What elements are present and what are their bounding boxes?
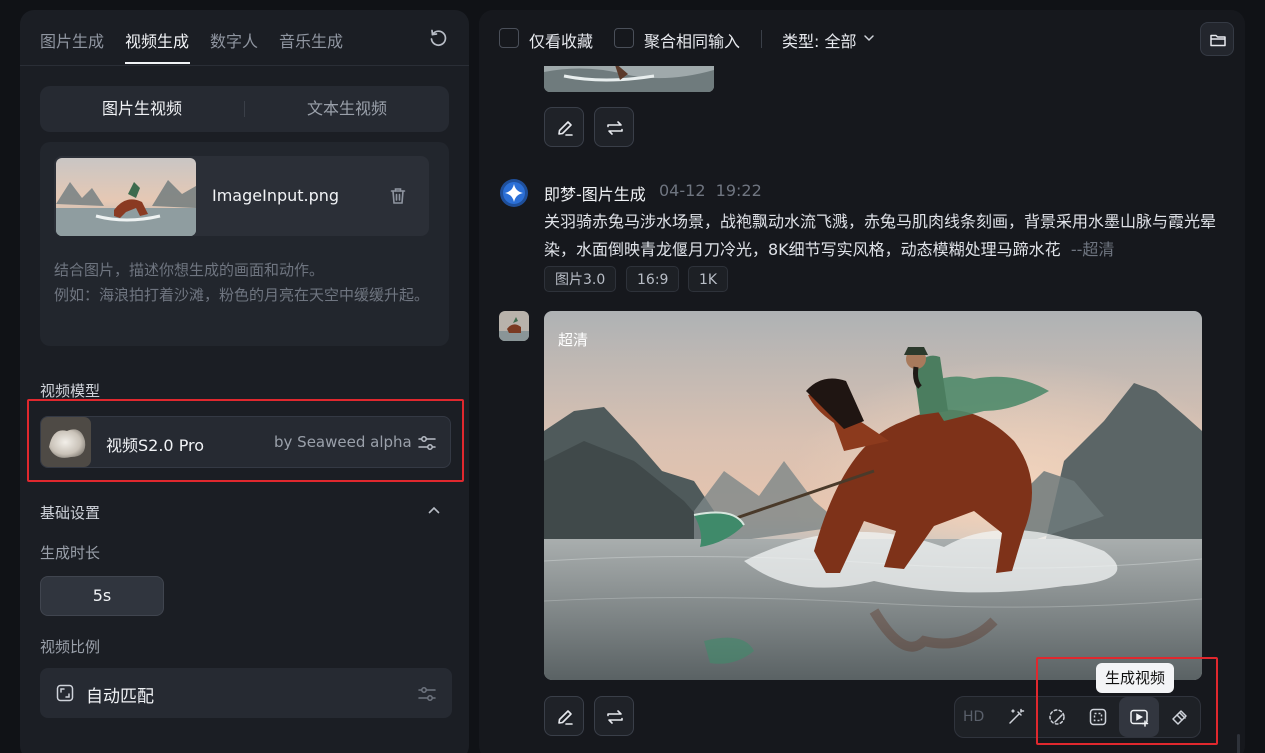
pencil-icon — [558, 121, 573, 136]
model-name: 视频S2.0 Pro — [106, 436, 205, 455]
pencil-icon — [558, 710, 573, 725]
magic-wand-icon — [1009, 708, 1025, 724]
sliders-icon[interactable] — [417, 433, 437, 453]
eraser-icon — [1172, 710, 1187, 725]
message-title: 即梦-图片生成 — [544, 185, 646, 204]
merge-same-input-label[interactable]: 聚合相同输入 — [644, 28, 740, 52]
expand-frame-icon — [1089, 708, 1107, 726]
left-panel: 图片生成 视频生成 数字人 音乐生成 图片生视频 文本生视频 ImageInpu… — [20, 10, 469, 753]
aspect-ratio-selector[interactable]: 自动匹配 — [40, 668, 452, 718]
tab-image-generation[interactable]: 图片生成 — [40, 28, 104, 52]
trash-icon[interactable] — [388, 186, 408, 206]
repeat-icon — [607, 710, 623, 724]
active-tab-indicator — [125, 62, 190, 64]
video-model-label: 视频模型 — [40, 382, 101, 400]
tab-digital-human[interactable]: 数字人 — [210, 28, 258, 52]
top-tabs: 图片生成 视频生成 数字人 音乐生成 — [20, 10, 469, 66]
video-model-selector[interactable]: 视频S2.0 Pro by Seaweed alpha — [40, 416, 451, 468]
aspect-ratio-label: 视频比例 — [40, 638, 101, 656]
type-filter-select[interactable]: 类型: 全部 — [782, 28, 856, 52]
favorites-only-checkbox[interactable] — [499, 28, 519, 48]
message-time: 19:22 — [715, 181, 762, 200]
tab-music-generation[interactable]: 音乐生成 — [279, 28, 343, 52]
model-chip: 图片3.0 — [544, 266, 617, 292]
expand-canvas-button[interactable] — [1078, 697, 1118, 737]
favorites-only-label[interactable]: 仅看收藏 — [529, 28, 593, 52]
generate-video-tooltip: 生成视频 — [1096, 663, 1175, 693]
prompt-hint-line1: 结合图片，描述你想生成的画面和动作。 — [54, 261, 325, 279]
ratio-chip: 16:9 — [626, 266, 680, 292]
resolution-chip: 1K — [688, 266, 729, 292]
reset-icon[interactable] — [428, 28, 448, 48]
edit-button-2[interactable] — [544, 696, 584, 736]
model-provider: by Seaweed alpha — [274, 433, 412, 451]
folder-icon — [1210, 34, 1226, 47]
jimeng-logo-icon — [500, 179, 528, 207]
video-generate-icon — [1130, 709, 1149, 727]
segment-image-to-video[interactable]: 图片生视频 — [40, 86, 244, 132]
mode-segmented-control: 图片生视频 文本生视频 — [40, 86, 449, 132]
uploaded-file-name: ImageInput.png — [212, 186, 340, 205]
sliders-icon[interactable] — [417, 684, 437, 704]
uploaded-file-card: ImageInput.png — [54, 156, 429, 236]
message-timestamp: 04-12 19:22 — [659, 181, 762, 200]
model-thumbnail — [41, 417, 91, 467]
duration-label: 生成时长 — [40, 544, 101, 562]
aspect-ratio-icon — [56, 684, 74, 702]
image-quality-badge: 超清 — [558, 331, 589, 349]
regenerate-button-2[interactable] — [594, 696, 634, 736]
edit-button[interactable] — [544, 107, 584, 147]
filter-divider — [761, 30, 762, 48]
segment-text-to-video[interactable]: 文本生视频 — [245, 86, 449, 132]
prompt-hint-line2: 例如：海浪拍打着沙滩，粉色的月亮在天空中缓缓升起。 — [54, 286, 430, 304]
partial-redraw-button[interactable] — [1037, 697, 1077, 737]
prompt-placeholder: 结合图片，描述你想生成的画面和动作。 例如：海浪拍打着沙滩，粉色的月亮在天空中缓… — [54, 258, 439, 308]
quality-tag: --超清 — [1070, 240, 1115, 259]
right-panel: 仅看收藏 聚合相同输入 类型: 全部 即梦-图片生成 04-12 19:22 关… — [479, 10, 1245, 753]
image-prompt-box[interactable]: ImageInput.png 结合图片，描述你想生成的画面和动作。 例如：海浪拍… — [40, 142, 449, 346]
aspect-ratio-value: 自动匹配 — [86, 687, 154, 707]
merge-same-input-checkbox[interactable] — [614, 28, 634, 48]
user-avatar — [499, 311, 529, 341]
eraser-button[interactable] — [1160, 697, 1200, 737]
prompt-content: 关羽骑赤兔马涉水场景，战袍飘动水流飞溅，赤兔马肌肉线条刻画，背景采用水墨山脉与霞… — [544, 212, 1217, 259]
results-filter-bar: 仅看收藏 聚合相同输入 类型: 全部 — [479, 10, 1245, 66]
message-date: 04-12 — [659, 181, 706, 200]
scrollbar[interactable] — [1237, 734, 1240, 753]
image-action-toolbar: HD — [954, 696, 1201, 738]
uploaded-image-thumbnail — [56, 158, 196, 236]
tab-video-generation[interactable]: 视频生成 — [125, 28, 189, 52]
basic-settings-label: 基础设置 — [40, 504, 101, 522]
folder-button[interactable] — [1200, 22, 1234, 56]
hd-upscale-button[interactable]: HD — [963, 709, 984, 725]
repeat-icon — [607, 121, 623, 135]
lasso-brush-icon — [1049, 709, 1065, 725]
generate-video-button[interactable] — [1119, 697, 1159, 737]
chevron-down-icon[interactable] — [863, 32, 875, 44]
regenerate-button[interactable] — [594, 107, 634, 147]
prompt-text: 关羽骑赤兔马涉水场景，战袍飘动水流飞溅，赤兔马肌肉线条刻画，背景采用水墨山脉与霞… — [544, 208, 1234, 264]
chevron-up-icon[interactable] — [426, 502, 442, 518]
generated-image[interactable]: 超清 — [544, 311, 1202, 680]
app-root: 图片生成 视频生成 数字人 音乐生成 图片生视频 文本生视频 ImageInpu… — [0, 0, 1265, 753]
duration-option-5s[interactable]: 5s — [40, 576, 164, 616]
magic-wand-button[interactable] — [996, 697, 1036, 737]
